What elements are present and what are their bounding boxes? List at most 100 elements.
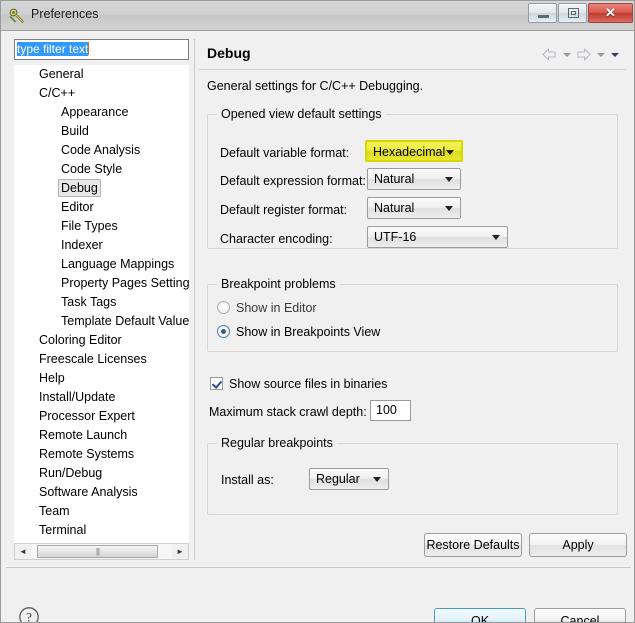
back-arrow-icon[interactable] (541, 47, 558, 62)
group-legend: Breakpoint problems (217, 277, 340, 291)
radio-label: Show in Breakpoints View (236, 325, 381, 339)
restore-button[interactable] (558, 3, 587, 23)
tree-item-label: Template Default Value (61, 314, 189, 328)
chevron-down-icon (445, 206, 453, 211)
scrollbar-thumb[interactable] (37, 545, 158, 558)
tree-item-label: Editor (61, 200, 94, 214)
forward-arrow-icon[interactable] (575, 47, 592, 62)
maximum-stack-crawl-depth-label: Maximum stack crawl depth: (209, 405, 367, 419)
page-menu-chevron-down-icon[interactable] (609, 48, 620, 62)
tree-horizontal-scrollbar[interactable]: ◄ ► (14, 543, 189, 560)
minimize-icon (538, 15, 549, 18)
tree-item-label: General (39, 67, 84, 81)
tree-item-terminal[interactable]: Terminal (14, 521, 189, 540)
scroll-left-icon: ◄ (19, 547, 27, 556)
filter-input[interactable]: type filter text (14, 39, 189, 60)
forward-history-chevron-down-icon[interactable] (595, 48, 606, 62)
page-navigation-toolbar (541, 47, 620, 62)
scrollbar-track[interactable] (31, 544, 172, 559)
checkbox-label: Show source files in binaries (229, 377, 388, 391)
tree-item-remote-systems[interactable]: Remote Systems (14, 445, 189, 464)
tree-item-c-c[interactable]: C/C++ (14, 84, 189, 103)
tree-item-appearance[interactable]: Appearance (14, 103, 189, 122)
window-controls: ✕ (528, 3, 633, 23)
default-expression-format-value: Natural (374, 172, 415, 186)
tree-item-file-types[interactable]: File Types (14, 217, 189, 236)
radio-show-in-editor[interactable]: Show in Editor (217, 301, 317, 315)
tree-item-debug[interactable]: Debug (14, 179, 189, 198)
tree-item-run-debug[interactable]: Run/Debug (14, 464, 189, 483)
tree-item-code-analysis[interactable]: Code Analysis (14, 141, 189, 160)
back-history-chevron-down-icon[interactable] (561, 48, 572, 62)
radio-indicator (217, 301, 230, 314)
tree-item-indexer[interactable]: Indexer (14, 236, 189, 255)
panel-divider[interactable] (194, 39, 195, 560)
tree-item-general[interactable]: General (14, 65, 189, 84)
tree-item-processor-expert[interactable]: Processor Expert (14, 407, 189, 426)
dialog-client-area: type filter text General C/C++ Appearance B… (1, 31, 634, 623)
scroll-right-icon: ► (176, 547, 184, 556)
tree-item-label: Software Analysis (39, 485, 138, 499)
close-icon: ✕ (605, 5, 616, 20)
checkbox-show-source-files-in-binaries[interactable]: Show source files in binaries (210, 377, 387, 391)
maximum-stack-crawl-depth-input[interactable]: 100 (370, 400, 411, 421)
install-as-value: Regular (316, 472, 360, 486)
tree-item-software-analysis[interactable]: Software Analysis (14, 483, 189, 502)
tree-item-label: Language Mappings (61, 257, 175, 271)
tree-item-label: C/C++ (39, 86, 76, 100)
tree-item-label: Coloring Editor (39, 333, 122, 347)
chevron-down-icon (373, 477, 381, 482)
tree-item-label: Help (39, 371, 65, 385)
opened-view-default-settings-group: Opened view default settings Default var… (207, 107, 618, 249)
default-expression-format-label: Default expression format: (220, 174, 366, 188)
tree-item-help[interactable]: Help (14, 369, 189, 388)
tree-item-freescale-licenses[interactable]: Freescale Licenses (14, 350, 189, 369)
default-expression-format-combo[interactable]: Natural (367, 168, 461, 190)
tree-item-label: Task Tags (61, 295, 117, 309)
settings-panel: Debug General settings for C/C++ Debuggi… (199, 39, 627, 560)
tree-item-property-pages-settings[interactable]: Property Pages Settings (14, 274, 189, 293)
tree-item-code-style[interactable]: Code Style (14, 160, 189, 179)
tree-item-template-default-value[interactable]: Template Default Value (14, 312, 189, 331)
tree-item-label: Freescale Licenses (39, 352, 147, 366)
tree-item-label: Property Pages Settings (61, 276, 189, 290)
ok-button[interactable]: OK (434, 608, 526, 622)
radio-show-in-breakpoints-view[interactable]: Show in Breakpoints View (217, 325, 380, 339)
radio-label: Show in Editor (236, 301, 317, 315)
scroll-right-button[interactable]: ► (172, 544, 188, 559)
tree-item-remote-launch[interactable]: Remote Launch (14, 426, 189, 445)
tree-item-coloring-editor[interactable]: Coloring Editor (14, 331, 189, 350)
chevron-down-icon (492, 235, 500, 240)
install-as-label: Install as: (221, 473, 274, 487)
install-as-combo[interactable]: Regular (309, 468, 389, 490)
default-variable-format-combo[interactable]: Hexadecimal (365, 140, 463, 162)
tree-item-build[interactable]: Build (14, 122, 189, 141)
tree-item-label: File Types (61, 219, 118, 233)
character-encoding-value: UTF-16 (374, 230, 417, 244)
page-description: General settings for C/C++ Debugging. (207, 79, 424, 93)
tree-item-label: Remote Systems (39, 447, 135, 461)
restore-defaults-button[interactable]: Restore Defaults (424, 533, 522, 557)
apply-button[interactable]: Apply (529, 533, 627, 557)
svg-text:?: ? (26, 610, 32, 623)
tree-item-task-tags[interactable]: Task Tags (14, 293, 189, 312)
chevron-down-icon (445, 177, 453, 182)
help-question-icon[interactable]: ? (18, 606, 40, 623)
tree-item-language-mappings[interactable]: Language Mappings (14, 255, 189, 274)
cancel-button[interactable]: Cancel (534, 608, 626, 622)
default-register-format-combo[interactable]: Natural (367, 197, 461, 219)
default-register-format-value: Natural (374, 201, 415, 215)
character-encoding-combo[interactable]: UTF-16 (367, 226, 508, 248)
tree-item-editor[interactable]: Editor (14, 198, 189, 217)
default-variable-format-value: Hexadecimal (373, 145, 446, 159)
minimize-button[interactable] (528, 3, 557, 23)
close-button[interactable]: ✕ (588, 3, 633, 23)
filter-input-text: type filter text (17, 42, 89, 56)
tree-item-team[interactable]: Team (14, 502, 189, 521)
scroll-left-button[interactable]: ◄ (15, 544, 31, 559)
preferences-tree[interactable]: General C/C++ Appearance Build Code Analysis… (14, 65, 189, 543)
page-title: Debug (207, 45, 251, 61)
character-encoding-label: Character encoding: (220, 232, 333, 246)
tree-item-install-update[interactable]: Install/Update (14, 388, 189, 407)
default-register-format-label: Default register format: (220, 203, 348, 217)
